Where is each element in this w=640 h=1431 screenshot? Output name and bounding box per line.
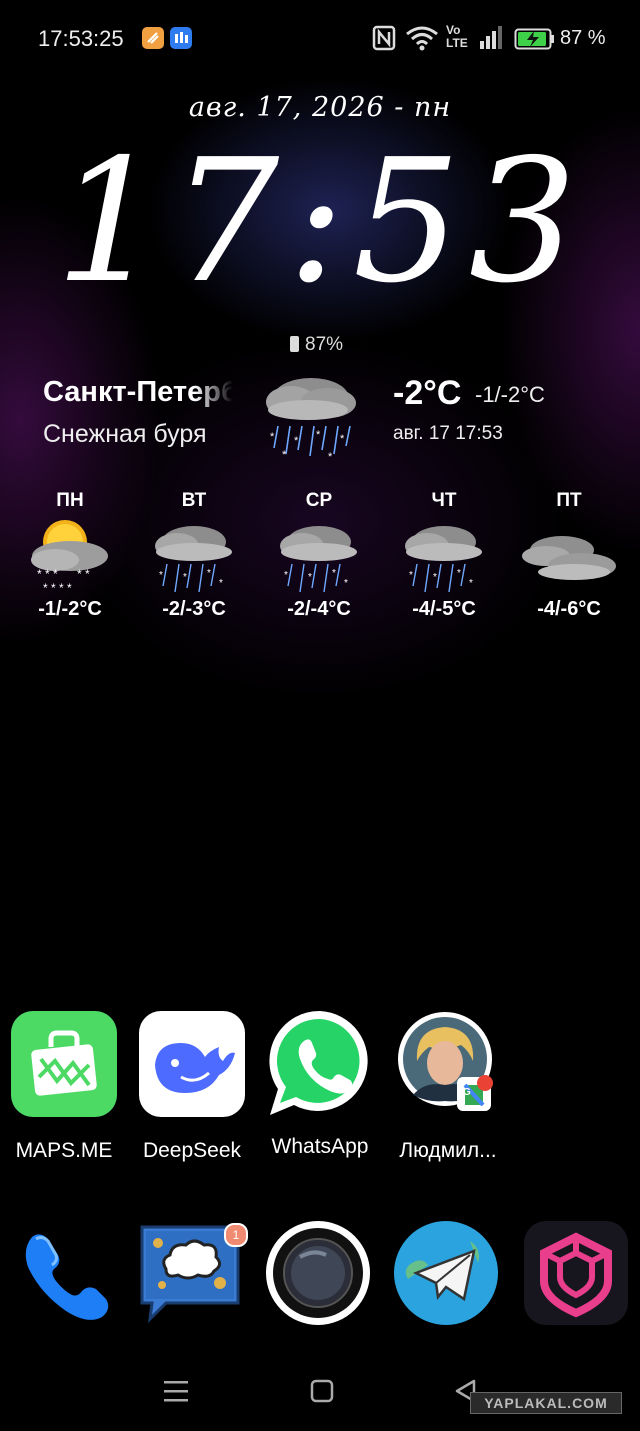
notification-badge: 1: [224, 1223, 248, 1247]
forecast-day-name: ВТ: [181, 490, 207, 511]
weather-city: Санкт-Петербург: [43, 376, 233, 408]
svg-text:*: *: [219, 578, 223, 589]
whatsapp-icon: [267, 1007, 373, 1115]
svg-text:*: *: [344, 578, 348, 589]
snowstorm-icon: * * * *: [405, 526, 482, 593]
camera-icon[interactable]: [264, 1219, 372, 1327]
battery-percent: 87 %: [560, 27, 606, 49]
svg-text:*: *: [308, 572, 312, 583]
svg-text:*: *: [284, 570, 288, 581]
svg-text:*: *: [340, 433, 345, 445]
forecast-day: ВТ * * * * -2/-3°C: [139, 490, 249, 621]
lte-label: LTE: [446, 36, 468, 50]
forecast-temp: -1/-2°C: [38, 598, 102, 620]
app-deepseek[interactable]: DeepSeek: [127, 1011, 257, 1163]
signal-icon: [480, 26, 502, 49]
forecast-day-name: ПТ: [556, 490, 582, 511]
svg-text:*: *: [183, 572, 187, 583]
svg-text:G: G: [463, 1087, 471, 1098]
sun-cloud-snow-icon: * * * * * * * * *: [31, 520, 108, 595]
app-whatsapp[interactable]: WhatsApp: [255, 1007, 385, 1159]
snowstorm-icon: * * * * * *: [266, 378, 356, 463]
forecast-temp: -4/-5°C: [412, 598, 476, 620]
svg-text:* *: * *: [77, 567, 90, 581]
telegram-icon[interactable]: [392, 1219, 500, 1327]
app-label: DeepSeek: [142, 1139, 242, 1162]
menu-icon[interactable]: [163, 1379, 189, 1403]
svg-text:*: *: [282, 449, 287, 461]
battery-icon: [290, 336, 299, 352]
svg-text:*: *: [316, 429, 321, 441]
app-label: MAPS.ME: [15, 1139, 113, 1162]
weather-condition: Снежная буря: [43, 420, 207, 448]
messages-icon[interactable]: 1: [136, 1219, 248, 1327]
snowstorm-icon: * * * *: [280, 526, 357, 593]
app-label: Людмил...: [399, 1139, 497, 1162]
svg-text:*: *: [207, 568, 211, 579]
forecast-day-name: ПН: [56, 490, 84, 511]
clock-time[interactable]: 17:53: [0, 132, 640, 312]
watermark: YAPLAKAL.COM: [470, 1392, 622, 1414]
forecast-day: ЧТ * * * * -4/-5°C: [389, 490, 499, 621]
svg-text:*: *: [270, 431, 275, 443]
vpn-shield-icon[interactable]: [522, 1219, 630, 1327]
battery-charging-icon: [514, 28, 554, 50]
contact-avatar-icon: G: [395, 1011, 501, 1117]
forecast-day: СР * * * * -2/-4°C: [264, 490, 374, 621]
app-notification-icon: [170, 27, 192, 49]
temperature-range: -1/-2°C: [475, 382, 545, 407]
clock-date[interactable]: авг. 17, 2026 - пн: [0, 92, 640, 123]
svg-text:*: *: [409, 570, 413, 581]
forecast-day: ПН * * * * * * * * * -1/-2°C: [15, 490, 125, 621]
cloudy-icon: [522, 536, 616, 580]
app-notification-icon: [142, 27, 164, 49]
svg-text:*: *: [433, 572, 437, 583]
weather-updated: авг. 17 17:53: [393, 423, 503, 444]
svg-text:*: *: [294, 435, 299, 447]
forecast-temp: -4/-6°C: [537, 598, 601, 620]
app-label: WhatsApp: [271, 1135, 369, 1158]
widget-battery: 87%: [290, 334, 343, 356]
snowstorm-icon: * * * *: [155, 526, 232, 593]
wifi-icon: [406, 26, 438, 51]
svg-text:* * * *: * * * *: [43, 581, 72, 595]
status-time: 17:53:25: [38, 26, 124, 51]
svg-text:*: *: [469, 578, 473, 589]
forecast-day-name: СР: [305, 490, 333, 511]
current-temperature: -2°C: [393, 374, 462, 412]
nfc-icon: [372, 25, 396, 51]
phone-icon[interactable]: [10, 1219, 118, 1327]
svg-text:*: *: [159, 570, 163, 581]
home-icon[interactable]: [310, 1379, 334, 1403]
svg-text:*: *: [328, 451, 333, 463]
maps-me-icon: [11, 1011, 117, 1117]
forecast-temp: -2/-3°C: [162, 598, 226, 620]
status-bar: 17:53:25 Vo LTE 87 %: [0, 0, 640, 78]
svg-text:*: *: [457, 568, 461, 579]
svg-text:*: *: [332, 568, 336, 579]
forecast-day-name: ЧТ: [431, 490, 457, 511]
widget-battery-value: 87%: [305, 334, 344, 355]
svg-text:* * *: * * *: [37, 567, 58, 581]
deepseek-whale-icon: [139, 1011, 245, 1117]
forecast-day: ПТ -4/-6°C: [514, 490, 624, 621]
app-maps-me[interactable]: MAPS.ME: [0, 1011, 129, 1163]
volte-icon: Vo LTE: [446, 24, 468, 50]
forecast-temp: -2/-4°C: [287, 598, 351, 620]
app-contact-shortcut[interactable]: G Людмил...: [383, 1011, 513, 1163]
